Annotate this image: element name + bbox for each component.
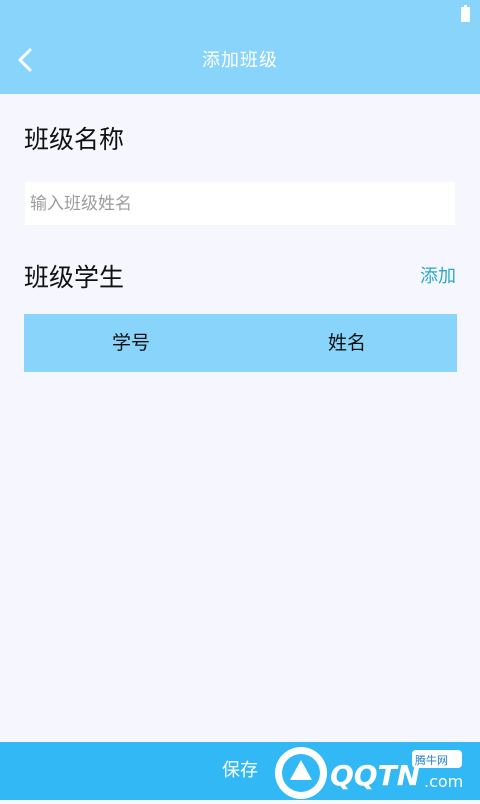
add-student-button[interactable]: 添加	[420, 262, 456, 288]
page-title: 添加班级	[202, 50, 278, 71]
column-header-student-id: 学号	[112, 332, 151, 354]
class-name-label: 班级名称	[24, 125, 125, 154]
class-students-label: 班级学生	[24, 263, 125, 292]
students-table-header: 学号 姓名	[24, 314, 457, 372]
column-header-name: 姓名	[328, 332, 367, 354]
battery-icon	[461, 5, 470, 22]
title-bar: 添加班级	[0, 28, 480, 94]
status-bar	[0, 0, 480, 28]
bottom-bar: 保存	[0, 742, 480, 800]
class-name-input[interactable]	[25, 182, 455, 225]
save-button[interactable]: 保存	[222, 742, 258, 800]
